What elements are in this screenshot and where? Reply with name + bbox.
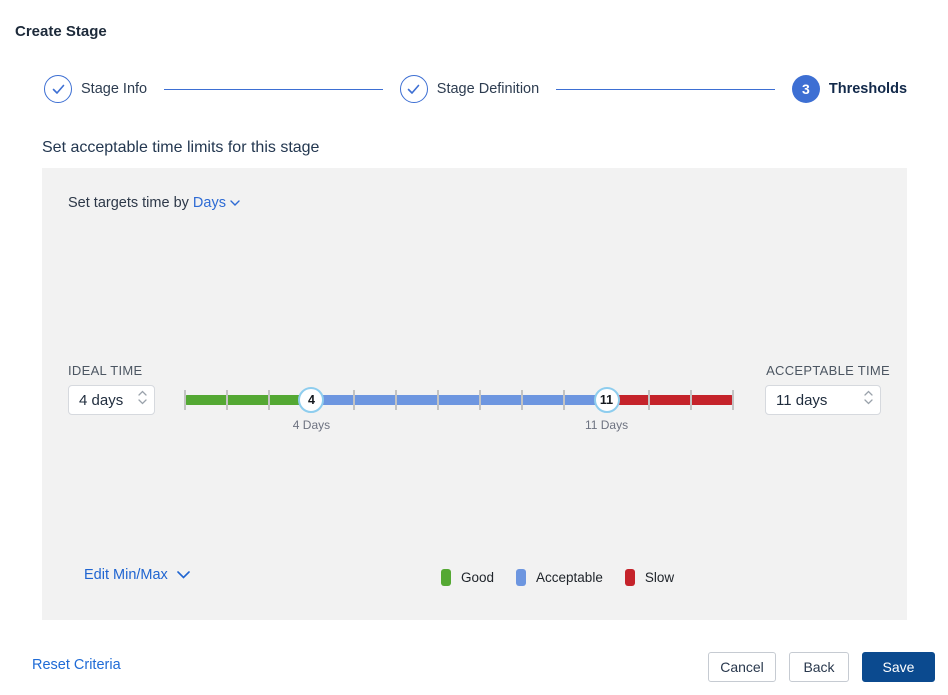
chevron-up-icon — [864, 390, 873, 396]
ideal-time-label: IDEAL TIME — [68, 363, 143, 378]
segment-slow — [607, 395, 733, 405]
save-button[interactable]: Save — [862, 652, 935, 682]
back-button[interactable]: Back — [789, 652, 849, 682]
slider-tick — [437, 390, 439, 410]
acceptable-time-spinner — [864, 390, 873, 405]
legend-swatch — [625, 569, 635, 586]
step-stage-info[interactable]: Stage Info — [44, 75, 147, 103]
set-targets-label: Set targets time by — [68, 195, 189, 211]
slider-tick — [690, 390, 692, 410]
legend-label: Acceptable — [536, 570, 603, 585]
slider-tick — [479, 390, 481, 410]
ideal-time-decrement[interactable] — [138, 399, 147, 405]
footer-buttons: Cancel Back Save — [708, 652, 935, 682]
chevron-down-icon — [230, 200, 240, 206]
chevron-up-icon — [138, 390, 147, 396]
step-label: Stage Definition — [437, 81, 539, 97]
slider-tick — [395, 390, 397, 410]
slider-tick — [521, 390, 523, 410]
thresholds-panel: Set targets time by Days IDEAL TIME ACCE… — [42, 168, 907, 620]
acceptable-handle-label: 11 Days — [585, 418, 628, 432]
check-circle-icon — [44, 75, 72, 103]
acceptable-time-label: ACCEPTABLE TIME — [766, 363, 890, 378]
step-thresholds[interactable]: 3 Thresholds — [792, 75, 907, 103]
legend-item: Good — [441, 569, 494, 586]
step-label: Stage Info — [81, 81, 147, 97]
step-number-badge: 3 — [792, 75, 820, 103]
reset-criteria-link[interactable]: Reset Criteria — [32, 657, 121, 673]
unit-dropdown[interactable]: Days — [193, 195, 240, 211]
acceptable-time-input[interactable] — [766, 386, 880, 414]
ideal-handle-label: 4 Days — [293, 418, 330, 432]
acceptable-handle[interactable]: 11 — [594, 387, 620, 413]
create-stage-dialog: Create Stage Stage Info Stage Definition… — [0, 0, 948, 695]
wizard-stepper: Stage Info Stage Definition 3 Thresholds — [44, 75, 907, 103]
edit-minmax-label: Edit Min/Max — [84, 567, 168, 583]
legend-label: Slow — [645, 570, 674, 585]
step-label: Thresholds — [829, 81, 907, 97]
ideal-handle[interactable]: 4 — [298, 387, 324, 413]
ideal-time-spinner — [138, 390, 147, 405]
chevron-down-icon — [864, 399, 873, 405]
page-title: Create Stage — [15, 23, 107, 40]
slider-tick — [268, 390, 270, 410]
acceptable-time-decrement[interactable] — [864, 399, 873, 405]
legend-swatch — [516, 569, 526, 586]
legend-item: Slow — [625, 569, 674, 586]
ideal-time-field — [68, 385, 155, 415]
legend-item: Acceptable — [516, 569, 603, 586]
step-stage-definition[interactable]: Stage Definition — [400, 75, 539, 103]
slider-tick — [648, 390, 650, 410]
chevron-down-icon — [177, 571, 190, 579]
edit-minmax-link[interactable]: Edit Min/Max — [84, 567, 190, 583]
chevron-down-icon — [138, 399, 147, 405]
check-circle-icon — [400, 75, 428, 103]
legend: Good Acceptable Slow — [441, 569, 674, 586]
ideal-time-increment[interactable] — [138, 390, 147, 396]
stepper-connector — [164, 89, 383, 90]
segment-good — [185, 395, 311, 405]
segment-acceptable — [311, 395, 606, 405]
slider-track: 4 11 4 Days 11 Days — [185, 384, 733, 430]
set-targets-row: Set targets time by Days — [68, 195, 240, 211]
legend-label: Good — [461, 570, 494, 585]
slider-tick — [353, 390, 355, 410]
ideal-handle-value: 4 — [308, 393, 315, 407]
legend-swatch — [441, 569, 451, 586]
slider-tick — [732, 390, 734, 410]
cancel-button[interactable]: Cancel — [708, 652, 776, 682]
acceptable-handle-value: 11 — [600, 393, 613, 407]
slider-tick — [184, 390, 186, 410]
stepper-connector — [556, 89, 775, 90]
slider-tick — [563, 390, 565, 410]
section-heading: Set acceptable time limits for this stag… — [42, 139, 319, 157]
slider-tick — [226, 390, 228, 410]
unit-dropdown-value: Days — [193, 195, 226, 211]
acceptable-time-field — [765, 385, 881, 415]
acceptable-time-increment[interactable] — [864, 390, 873, 396]
